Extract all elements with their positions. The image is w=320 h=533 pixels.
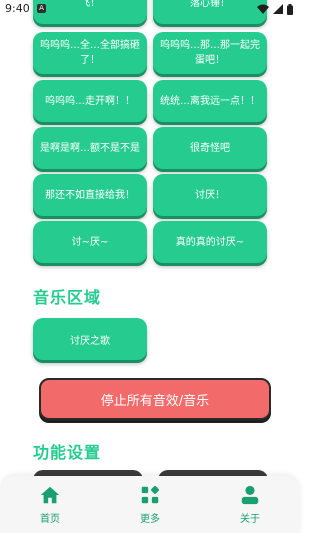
nav-item-about[interactable]: 关于 <box>220 484 280 528</box>
wifi-icon <box>257 4 269 14</box>
music-button[interactable]: 讨厌之歌 <box>33 318 147 360</box>
sound-button-label: 呜呜呜…全…全部搞砸了！ <box>40 40 140 66</box>
sound-button-label: 真的真的讨厌~ <box>175 236 245 248</box>
sound-button-label: 是啊是啊…额不是不是 <box>40 142 140 154</box>
nav-item-home[interactable]: 首页 <box>20 484 80 528</box>
status-icons <box>257 3 293 15</box>
sound-button[interactable]: 是啊是啊…额不是不是 <box>33 127 147 169</box>
nav-label: 更多 <box>140 514 160 525</box>
sound-button[interactable]: 很奇怪吧 <box>153 127 267 169</box>
nav-label: 关于 <box>240 514 260 525</box>
sound-button[interactable]: 讨~厌~ <box>33 221 147 263</box>
status-time: 9:40 <box>5 2 30 15</box>
function-section-title: 功能设置 <box>33 443 102 462</box>
sound-button[interactable]: 统统…离我远一点！！ <box>153 80 267 122</box>
stop-all-button[interactable]: 停止所有音效/音乐 <box>39 378 271 420</box>
sound-button[interactable]: 呜呜呜…走开啊！！ <box>33 80 147 122</box>
sound-button-label: 呜呜呜…那…那一起完蛋吧！ <box>160 40 260 66</box>
battery-icon <box>287 3 293 15</box>
sound-button[interactable]: 那还不如直接给我！ <box>33 174 147 216</box>
status-bar: 9:40 A <box>0 0 300 18</box>
nav-item-more[interactable]: 更多 <box>120 484 180 528</box>
bottom-nav: 首页 更多 关于 <box>0 476 300 533</box>
nav-label: 首页 <box>40 514 60 525</box>
more-icon <box>141 485 160 504</box>
music-section-title: 音乐区域 <box>33 288 102 307</box>
notification-icon: A <box>37 4 46 13</box>
sound-button[interactable]: 呜呜呜…全…全部搞砸了！ <box>33 32 147 74</box>
sound-button[interactable]: 讨厌！ <box>153 174 267 216</box>
stop-all-label: 停止所有音效/音乐 <box>100 393 210 409</box>
sound-button-label: 呜呜呜…走开啊！！ <box>45 95 135 107</box>
sound-button[interactable]: 呜呜呜…那…那一起完蛋吧！ <box>153 32 267 74</box>
about-icon <box>241 485 259 505</box>
sound-button[interactable]: 真的真的讨厌~ <box>153 221 267 263</box>
signal-icon <box>273 4 283 14</box>
home-icon <box>40 486 60 504</box>
sound-button-label: 统统…离我远一点！！ <box>160 95 260 107</box>
music-button-label: 讨厌之歌 <box>70 335 110 347</box>
sound-button-label: 讨~厌~ <box>71 236 109 248</box>
sound-button-label: 那还不如直接给我！ <box>45 189 135 201</box>
sound-button-label: 讨厌！ <box>195 189 225 201</box>
sound-button-label: 很奇怪吧 <box>190 142 230 154</box>
